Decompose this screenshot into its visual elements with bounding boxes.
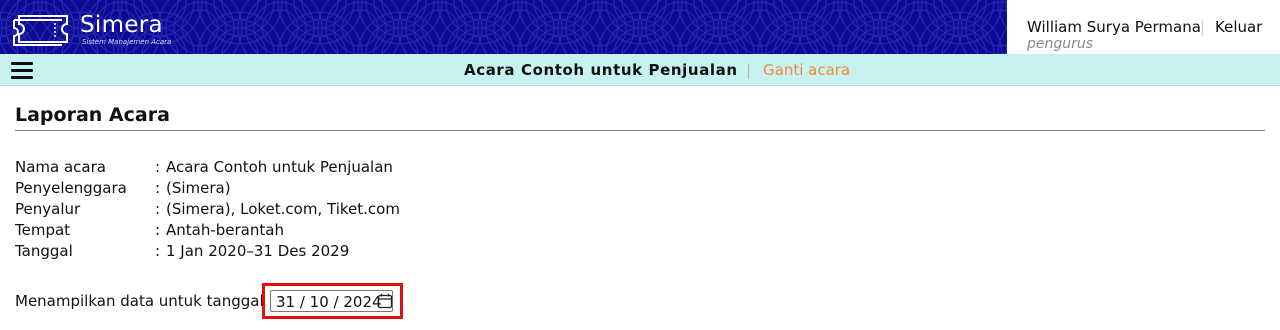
info-colon: : <box>155 158 161 176</box>
info-label: Nama acara <box>15 158 106 176</box>
date-highlight: 31 / 10 / 2024 <box>262 283 403 319</box>
event-bar: Acara Contoh untuk Penjualan | Ganti aca… <box>0 54 1280 86</box>
info-colon: : <box>155 200 161 218</box>
header: Simera Sistem Manajemen Acara William Su… <box>0 0 1280 54</box>
logo-tagline: Sistem Manajemen Acara <box>82 38 172 46</box>
info-value: 1 Jan 2020–31 Des 2029 <box>166 242 350 260</box>
info-colon: : <box>155 179 161 197</box>
info-label: Penyalur <box>15 200 81 218</box>
info-value: Antah-berantah <box>166 221 284 239</box>
date-value[interactable]: 31 / 10 / 2024 <box>276 293 382 311</box>
info-label: Tempat <box>15 221 71 239</box>
info-value: (Simera) <box>166 179 231 197</box>
user-separator: | <box>1200 18 1206 36</box>
info-value: (Simera), Loket.com, Tiket.com <box>166 200 400 218</box>
date-filter-label: Menampilkan data untuk tanggal: <box>15 292 269 310</box>
calendar-icon[interactable] <box>377 293 393 309</box>
change-event-link[interactable]: Ganti acara <box>763 61 850 79</box>
info-colon: : <box>155 242 161 260</box>
user-panel: William Surya Permana | Keluar pengurus <box>1007 0 1280 54</box>
hamburger-menu-icon[interactable] <box>11 62 34 79</box>
brand-banner: Simera Sistem Manajemen Acara <box>0 0 1007 54</box>
logout-link[interactable]: Keluar <box>1215 18 1262 36</box>
user-name[interactable]: William Surya Permana <box>1027 18 1201 36</box>
current-event-title: Acara Contoh untuk Penjualan <box>464 61 738 79</box>
info-label: Penyelenggara <box>15 179 127 197</box>
info-label: Tanggal <box>15 242 73 260</box>
event-separator: | <box>746 61 752 79</box>
title-divider <box>15 130 1265 131</box>
user-role: pengurus <box>1027 36 1094 52</box>
date-input[interactable]: 31 / 10 / 2024 <box>270 290 393 312</box>
info-value: Acara Contoh untuk Penjualan <box>166 158 393 176</box>
logo-name: Simera <box>80 12 163 38</box>
info-colon: : <box>155 221 161 239</box>
page-title: Laporan Acara <box>15 104 170 126</box>
ticket-icon <box>13 15 68 46</box>
simera-logo[interactable]: Simera Sistem Manajemen Acara <box>11 11 171 51</box>
